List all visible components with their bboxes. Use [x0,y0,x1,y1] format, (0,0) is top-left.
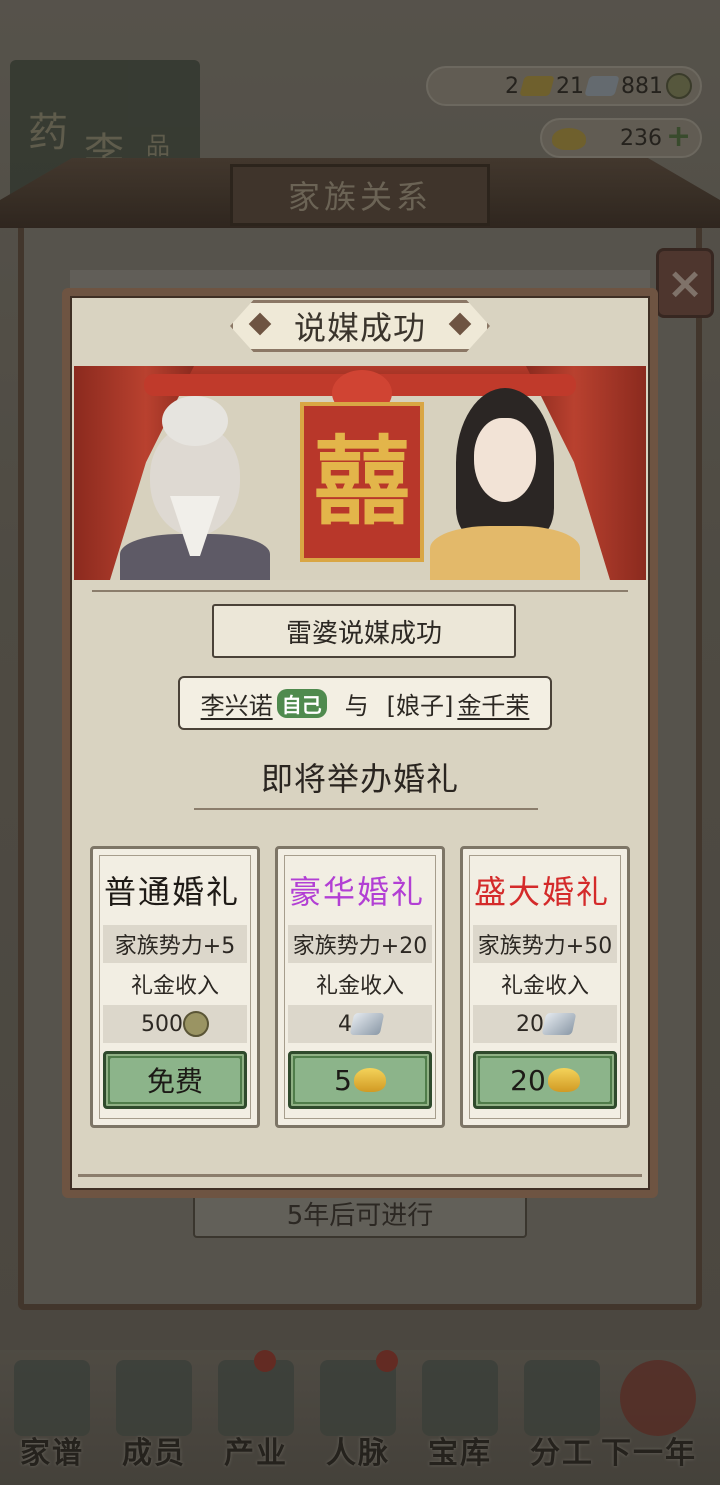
divider [194,808,538,810]
income-value: 500 [141,1011,183,1037]
coin-icon [183,1011,209,1037]
dialog-title: 说媒成功 [293,309,426,347]
matchmaking-result: 雷婆说媒成功 [212,604,516,658]
self-badge: 自己 [276,688,327,718]
gold-ingot-icon [547,1068,580,1092]
card-effect: 家族势力+20 [288,925,432,963]
spouse-title: [娘子] [386,691,454,720]
silver-icon [541,1013,577,1035]
card-income: 500 [103,1005,247,1043]
wedding-option-grand: 盛大婚礼 家族势力+50 礼金收入 20 20 [460,846,630,1128]
card-income-label: 礼金收入 [130,974,219,999]
dialog-footer-ornament [70,1154,650,1198]
matchmaking-dialog: 说媒成功 囍 雷婆说媒成功 李兴诺 自己 与 [娘子] 金千茉 即将举办婚礼 普… [62,288,658,1198]
card-income-label: 礼金收入 [315,974,404,999]
income-value: 20 [516,1011,544,1037]
card-effect: 家族势力+50 [473,925,617,963]
couple-info: 李兴诺 自己 与 [娘子] 金千茉 [178,676,552,730]
card-title: 普通婚礼 [103,873,240,911]
silver-icon [349,1013,385,1035]
price-label: 免费 [146,1065,203,1098]
price-label: 5 [334,1063,352,1097]
card-income: 20 [473,1005,617,1043]
divider [92,590,628,592]
dialog-title-banner: 说媒成功 [230,294,490,358]
card-effect: 家族势力+5 [103,925,247,963]
gold-ingot-icon [353,1068,386,1092]
matchmaker-portrait [120,396,270,580]
divider [78,1174,642,1177]
double-happiness-plaque: 囍 [300,402,424,562]
card-income-label: 礼金收入 [500,974,589,999]
face [474,418,536,502]
robe [430,526,580,580]
self-name: 李兴诺 [200,691,273,720]
double-happiness-icon: 囍 [314,425,410,538]
card-title: 盛大婚礼 [473,873,610,911]
wedding-scene-image: 囍 [74,366,646,580]
choose-luxury-wedding-button[interactable]: 5 [288,1051,432,1109]
spouse-name: 金千茉 [457,691,530,720]
card-title: 豪华婚礼 [288,873,425,911]
hair [162,396,228,446]
wedding-option-normal: 普通婚礼 家族势力+5 礼金收入 500 免费 [90,846,260,1128]
price-label: 20 [510,1063,546,1097]
bride-portrait [430,388,580,580]
connector-text: 与 [344,691,369,720]
wedding-heading: 即将举办婚礼 [260,760,459,798]
choose-normal-wedding-button[interactable]: 免费 [103,1051,247,1109]
wedding-option-luxury: 豪华婚礼 家族势力+20 礼金收入 4 5 [275,846,445,1128]
card-income: 4 [288,1005,432,1043]
choose-grand-wedding-button[interactable]: 20 [473,1051,617,1109]
